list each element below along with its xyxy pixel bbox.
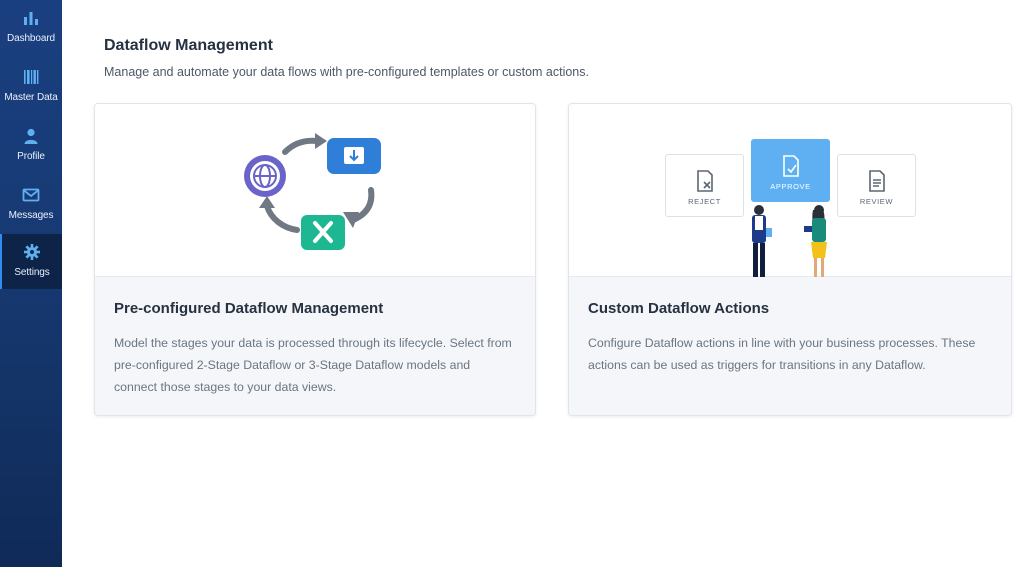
sidebar-item-label: Dashboard <box>6 33 56 44</box>
preconfigured-dataflow-card[interactable]: Pre-configured Dataflow Management Model… <box>94 103 536 416</box>
card-title: Pre-configured Dataflow Management <box>114 300 384 317</box>
sidebar-item-label: Messages <box>8 210 54 221</box>
tools-icon <box>301 215 345 250</box>
page-title: Dataflow Management <box>104 37 273 54</box>
approve-label: APPROVE <box>770 182 811 191</box>
sidebar: Dashboard Master Data Profile Messages S… <box>0 0 62 567</box>
sidebar-item-messages[interactable]: Messages <box>0 177 62 232</box>
user-icon <box>21 126 41 146</box>
bar-chart-icon <box>21 8 41 28</box>
sidebar-item-label: Profile <box>17 151 45 162</box>
document-reject-icon <box>696 170 713 192</box>
download-icon <box>327 138 381 174</box>
sidebar-item-label: Master Data <box>4 92 58 103</box>
globe-icon <box>244 155 286 197</box>
approve-tile: APPROVE <box>751 139 830 202</box>
card-illustration: REJECT APPROVE REVIEW <box>569 104 1011 277</box>
sidebar-item-dashboard[interactable]: Dashboard <box>0 0 62 55</box>
dataflow-cycle-illustration <box>244 133 381 250</box>
sidebar-item-master-data[interactable]: Master Data <box>0 59 62 114</box>
card-illustration <box>95 104 535 277</box>
card-description: Model the stages your data is processed … <box>114 336 512 394</box>
barcode-icon <box>21 67 41 87</box>
document-approve-icon <box>782 155 799 177</box>
people-illustration <box>752 205 827 277</box>
page-subtitle: Manage and automate your data flows with… <box>104 65 589 79</box>
reject-label: REJECT <box>688 197 721 206</box>
review-tile: REVIEW <box>837 154 916 217</box>
mail-icon <box>21 185 41 205</box>
sidebar-item-label: Settings <box>14 267 50 278</box>
card-title: Custom Dataflow Actions <box>588 300 770 317</box>
review-label: REVIEW <box>859 197 894 206</box>
document-review-icon <box>868 170 885 192</box>
card-description: Configure Dataflow actions in line with … <box>588 336 976 372</box>
sidebar-item-settings[interactable]: Settings <box>0 234 62 289</box>
custom-dataflow-actions-card[interactable]: REJECT APPROVE REVIEW Custom Dataflow Ac… <box>568 103 1012 416</box>
reject-tile: REJECT <box>665 154 744 217</box>
sidebar-item-profile[interactable]: Profile <box>0 118 62 173</box>
gear-icon <box>22 242 42 262</box>
